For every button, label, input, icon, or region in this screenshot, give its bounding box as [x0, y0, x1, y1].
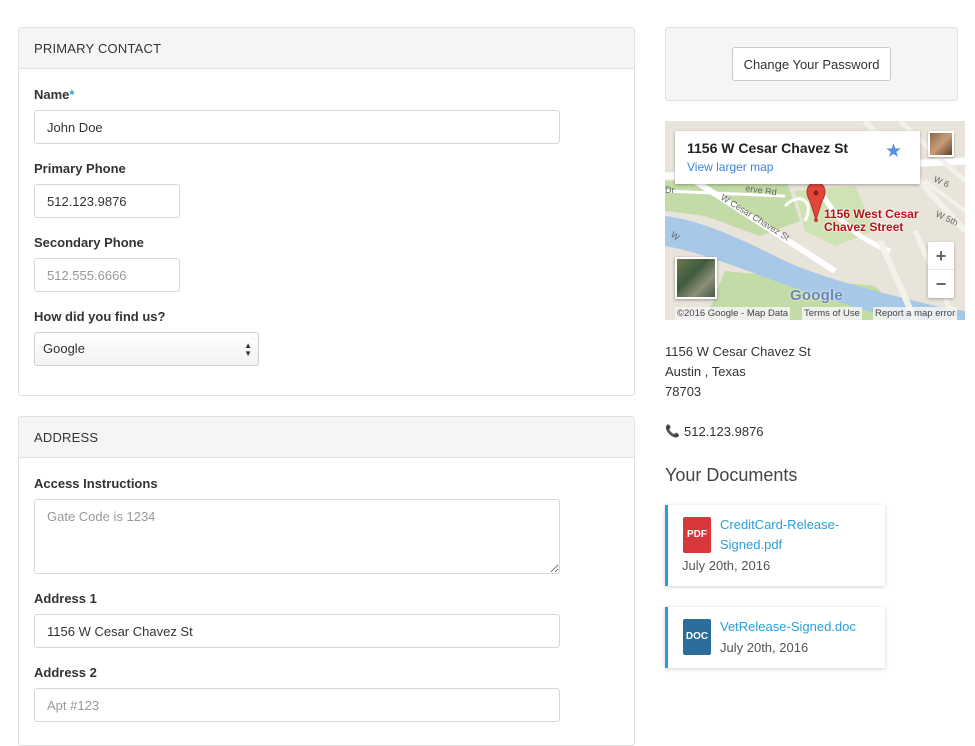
pdf-file-icon: PDF	[683, 517, 711, 553]
find-us-selected-value: Google	[43, 341, 85, 356]
map-card-title: 1156 W Cesar Chavez St	[687, 140, 849, 156]
secondary-phone-input[interactable]	[34, 258, 180, 292]
doc-file-icon: DOC	[683, 619, 711, 655]
document-link[interactable]: CreditCard-Release- Signed.pdf	[720, 515, 839, 555]
address1-label: Address 1	[34, 591, 97, 606]
access-instructions-textarea[interactable]	[34, 499, 560, 574]
document-name-line1: CreditCard-Release-	[720, 517, 840, 532]
google-logo: Google	[790, 287, 843, 304]
star-icon[interactable]: ★	[885, 140, 902, 163]
avatar[interactable]	[928, 131, 954, 157]
location-zip: 78703	[665, 384, 702, 399]
map-footer: ©2016 Google - Map Data Terms of Use Rep…	[665, 307, 965, 320]
satellite-toggle[interactable]	[675, 257, 717, 299]
access-instructions-label: Access Instructions	[34, 476, 158, 491]
primary-contact-panel: PRIMARY CONTACT Name* Primary Phone Seco…	[18, 27, 635, 396]
primary-phone-label: Primary Phone	[34, 161, 126, 176]
find-us-select[interactable]: Google ▲ ▼	[34, 332, 259, 366]
select-arrows-icon: ▲ ▼	[244, 341, 252, 358]
primary-phone-input[interactable]	[34, 184, 180, 218]
secondary-phone-label: Secondary Phone	[34, 235, 144, 250]
view-larger-map-link[interactable]: View larger map	[687, 160, 773, 174]
document-name-line2: Signed.pdf	[720, 537, 783, 552]
location-phone: 512.123.9876	[684, 424, 764, 439]
map-terms-link[interactable]: Terms of Use	[802, 307, 862, 320]
address2-input[interactable]	[34, 688, 560, 722]
documents-heading: Your Documents	[665, 465, 798, 485]
name-input[interactable]	[34, 110, 560, 144]
document-date: July 20th, 2016	[720, 640, 809, 655]
map-pin-label: 1156 West Cesar Chavez Street	[824, 207, 919, 234]
map-info-card: 1156 W Cesar Chavez St View larger map ★	[675, 131, 920, 184]
required-asterisk: *	[69, 87, 75, 102]
map-report-link[interactable]: Report a map error	[873, 307, 958, 320]
phone-icon: 📞	[665, 424, 680, 438]
document-card: DOC VetRelease-Signed.doc July 20th, 201…	[665, 607, 885, 668]
map-zoom-controls: + −	[928, 242, 954, 298]
document-card: PDF CreditCard-Release- Signed.pdf July …	[665, 505, 885, 586]
map-copyright: ©2016 Google - Map Data	[675, 307, 791, 320]
document-link[interactable]: VetRelease-Signed.doc	[720, 617, 856, 637]
document-date: July 20th, 2016	[682, 558, 771, 573]
location-street: 1156 W Cesar Chavez St	[665, 344, 811, 359]
primary-contact-heading: PRIMARY CONTACT	[19, 28, 634, 69]
location-map[interactable]: W Cesar Chavez St W 6 W 5th erve Rd Dr W…	[665, 121, 965, 320]
zoom-out-button[interactable]: −	[928, 270, 954, 298]
account-panel: Change Your Password	[665, 27, 958, 101]
address-heading: ADDRESS	[19, 417, 634, 458]
address1-input[interactable]	[34, 614, 560, 648]
location-city-state: Austin , Texas	[665, 364, 746, 379]
change-password-button[interactable]: Change Your Password	[732, 47, 891, 81]
map-street-label: Dr	[665, 185, 675, 195]
zoom-in-button[interactable]: +	[928, 242, 954, 270]
name-label: Name*	[34, 87, 74, 102]
address-panel: ADDRESS Access Instructions Address 1 Ad…	[18, 416, 635, 746]
name-label-text: Name	[34, 87, 70, 102]
find-us-label: How did you find us?	[34, 309, 166, 324]
address2-label: Address 2	[34, 665, 97, 680]
